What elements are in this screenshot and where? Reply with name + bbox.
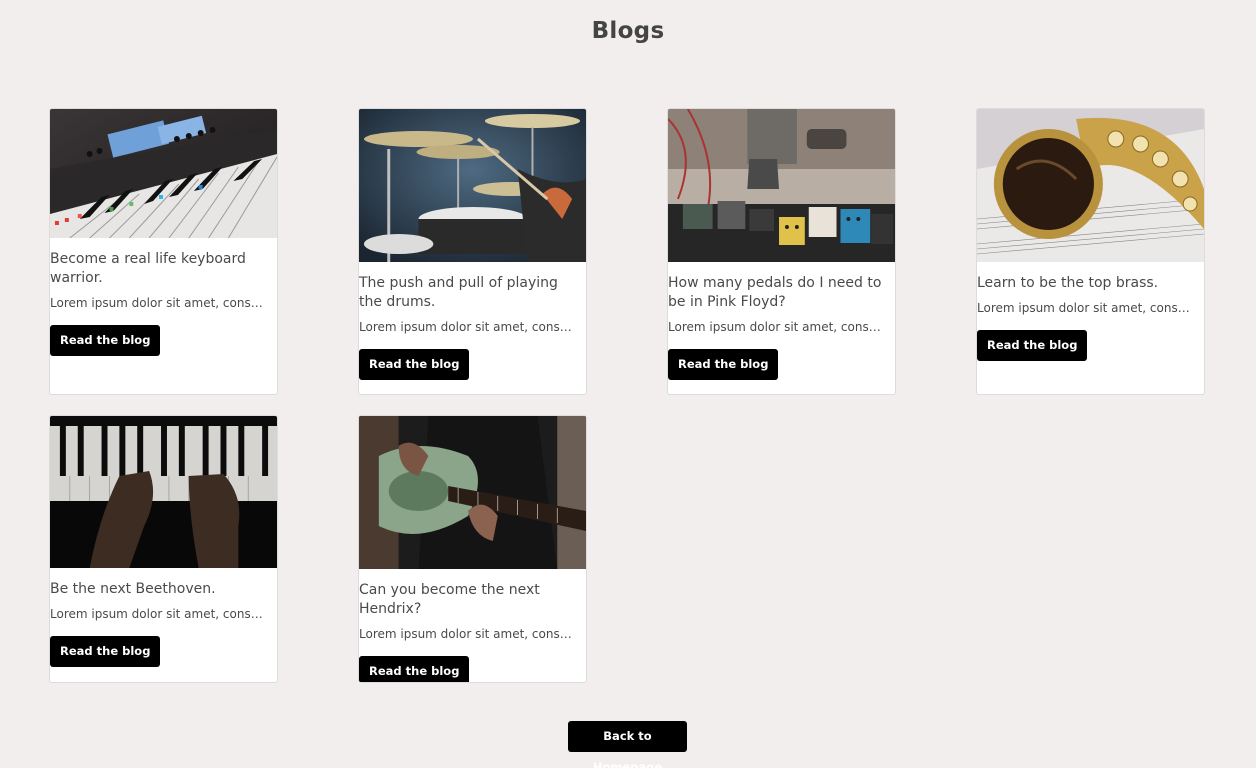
blog-card: Can you become the next Hendrix? Lorem i… xyxy=(358,415,587,683)
card-title: The push and pull of playing the drums. xyxy=(359,275,558,310)
guitar-pedals-image xyxy=(668,109,895,262)
card-excerpt: Lorem ipsum dolor sit amet, consectetur … xyxy=(977,301,1204,315)
saxophone-image xyxy=(977,109,1204,262)
piano-hands-image xyxy=(50,416,277,568)
blog-card: Become a real life keyboard warrior. Lor… xyxy=(49,108,278,395)
back-to-homepage-button[interactable]: Back to Homepage xyxy=(568,721,687,768)
card-excerpt: Lorem ipsum dolor sit amet, consectetur … xyxy=(50,296,277,310)
card-excerpt: Lorem ipsum dolor sit amet, consectetur … xyxy=(50,607,277,621)
blog-card: The push and pull of playing the drums. … xyxy=(358,108,587,395)
blog-card: Be the next Beethoven. Lorem ipsum dolor… xyxy=(49,415,278,683)
card-title: Be the next Beethoven. xyxy=(50,581,216,597)
page-title: Blogs xyxy=(591,18,665,44)
read-blog-button[interactable]: Read the blog xyxy=(668,349,779,380)
blog-card: How many pedals do I need to be in Pink … xyxy=(667,108,896,395)
read-blog-button[interactable]: Read the blog xyxy=(359,656,470,682)
card-title: Learn to be the top brass. xyxy=(977,275,1159,291)
card-excerpt: Lorem ipsum dolor sit amet, consectetur … xyxy=(668,320,895,334)
drum-kit-image xyxy=(359,109,586,262)
synthesizer-keyboard-image xyxy=(50,109,277,238)
read-blog-button[interactable]: Read the blog xyxy=(359,349,470,380)
card-title: Can you become the next Hendrix? xyxy=(359,582,540,617)
electric-guitar-image xyxy=(359,416,586,569)
card-excerpt: Lorem ipsum dolor sit amet, consectetur … xyxy=(359,320,586,334)
read-blog-button[interactable]: Read the blog xyxy=(977,330,1088,361)
card-title: Become a real life keyboard warrior. xyxy=(50,251,246,286)
card-excerpt: Lorem ipsum dolor sit amet, consectetur … xyxy=(359,627,586,641)
read-blog-button[interactable]: Read the blog xyxy=(50,325,161,356)
read-blog-button[interactable]: Read the blog xyxy=(50,636,161,667)
blog-card: Learn to be the top brass. Lorem ipsum d… xyxy=(976,108,1205,395)
card-title: How many pedals do I need to be in Pink … xyxy=(668,275,882,310)
